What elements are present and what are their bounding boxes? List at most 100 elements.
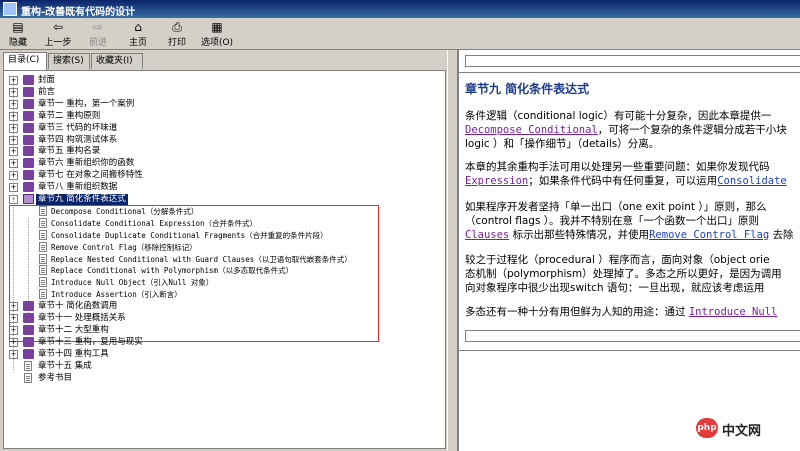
link-remove-control-flag[interactable]: Remove Control Flag bbox=[649, 229, 769, 241]
tree-item-label: 章节十二 大型重构 bbox=[38, 324, 109, 335]
tree-item-chapter[interactable]: + 章节十 简化函数调用 bbox=[4, 301, 444, 312]
tree-item-chapter[interactable]: + 章节八 重新组织数据 bbox=[4, 182, 444, 193]
tree-item-topic[interactable]: Introduce Assertion（引入断言） bbox=[4, 289, 444, 300]
expand-icon[interactable]: + bbox=[9, 171, 18, 181]
tree-item-chapter[interactable]: + 章节十三 重构，复用与现实 bbox=[4, 336, 444, 348]
tree-item-topic[interactable]: Remove Control Flag（移除控制标记） bbox=[4, 241, 444, 253]
page-icon bbox=[39, 229, 47, 240]
tree-item-topic[interactable]: Replace Conditional with Polymorphism（以多… bbox=[4, 265, 444, 276]
divider bbox=[459, 350, 800, 351]
collapse-icon[interactable]: - bbox=[9, 195, 18, 204]
link-consolidate[interactable]: Consolidate bbox=[717, 175, 787, 187]
tree-item-chapter[interactable]: - 章节九 简化条件表达式 bbox=[4, 194, 444, 205]
paragraph-4-line: 态机制（polymorphism）处理掉了。多态之所以更好，是因为调用 bbox=[465, 268, 782, 280]
page-icon bbox=[39, 217, 47, 228]
tree-item-label: 章节二 重构原则 bbox=[38, 110, 101, 121]
book-closed-icon bbox=[23, 98, 34, 109]
expand-icon[interactable]: + bbox=[9, 76, 18, 85]
expand-icon[interactable]: + bbox=[9, 337, 18, 347]
tree-item-label: 章节四 构筑测试体系 bbox=[38, 134, 118, 145]
expand-icon[interactable]: + bbox=[9, 111, 18, 121]
book-closed-icon bbox=[23, 146, 34, 157]
book-closed-icon bbox=[23, 336, 34, 347]
book-closed-icon bbox=[23, 170, 34, 181]
paragraph-3-line: Clauses 标示出那些特殊情况，并使用Remove Control Flag… bbox=[465, 229, 794, 241]
tree-item-label: 章节十四 重构工具 bbox=[38, 348, 109, 359]
title-bar: 重构-改善既有代码的设计 bbox=[0, 0, 800, 18]
content-pane[interactable]: 章节九 简化条件表达式 条件逻辑（conditional logic）有可能十分… bbox=[458, 50, 800, 451]
tree-item-label: 章节六 重新组织你的函数 bbox=[38, 158, 135, 169]
link-introduce-null[interactable]: Introduce Null bbox=[689, 306, 778, 318]
hide-button[interactable]: ▤ 隐藏 bbox=[4, 20, 32, 48]
print-button[interactable]: ⎙ 打印 bbox=[163, 20, 191, 48]
link-clauses[interactable]: Clauses bbox=[465, 229, 509, 241]
tree-item-chapter[interactable]: 章节十五 集成 bbox=[4, 360, 444, 372]
page-icon bbox=[39, 265, 47, 276]
book-closed-icon bbox=[23, 134, 34, 145]
expand-icon[interactable]: + bbox=[9, 302, 18, 312]
tree-item-topic[interactable]: Consolidate Conditional Expression（合并条件式… bbox=[4, 217, 444, 229]
expand-icon[interactable]: + bbox=[9, 314, 18, 323]
expand-icon[interactable]: + bbox=[9, 147, 18, 157]
php-logo-icon: php bbox=[696, 418, 718, 438]
tree-item-label: Introduce Null Object（引入Null 对象） bbox=[51, 278, 214, 288]
expand-icon[interactable]: + bbox=[9, 123, 18, 133]
pane-splitter[interactable] bbox=[447, 50, 458, 451]
expand-icon[interactable]: + bbox=[9, 135, 18, 145]
tree-item-label: 章节七 在对象之间搬移特性 bbox=[38, 170, 143, 181]
tree-item-label: Replace Nested Conditional with Guard Cl… bbox=[51, 254, 352, 264]
hide-icon: ▤ bbox=[12, 20, 24, 34]
page-icon bbox=[39, 277, 47, 288]
home-icon: ⌂ bbox=[134, 20, 142, 34]
tree-item-chapter[interactable]: + 章节二 重构原则 bbox=[4, 110, 444, 122]
link-expression[interactable]: Expression bbox=[465, 175, 528, 187]
tree-item-label: 章节十一 处理概括关系 bbox=[38, 313, 126, 323]
page-icon bbox=[39, 241, 47, 252]
paragraph-2-line: Expression；如果条件代码中有任何重复，可以运用Consolidate bbox=[465, 175, 787, 187]
back-button[interactable]: ⇦ 上一步 bbox=[40, 20, 76, 48]
tab-contents[interactable]: 目录(C) bbox=[3, 52, 47, 70]
expand-icon[interactable]: + bbox=[9, 183, 18, 193]
book-closed-icon bbox=[23, 158, 34, 169]
tree-item-chapter[interactable]: + 章节三 代码的坏味道 bbox=[4, 122, 444, 134]
tree-item-chapter[interactable]: + 章节五 重构名录 bbox=[4, 146, 444, 157]
expand-icon[interactable]: + bbox=[9, 349, 18, 359]
watermark-text: 中文网 bbox=[722, 424, 762, 439]
book-closed-icon bbox=[23, 75, 34, 85]
tree-item-chapter[interactable]: + 章节十一 处理概括关系 bbox=[4, 313, 444, 324]
expand-icon[interactable]: + bbox=[9, 325, 18, 335]
tree-item-chapter[interactable]: + 前言 bbox=[4, 86, 444, 98]
tree-item-topic[interactable]: Introduce Null Object（引入Null 对象） bbox=[4, 277, 444, 288]
tree-item-label: 参考书目 bbox=[38, 372, 73, 383]
tree-item-chapter[interactable]: + 封面 bbox=[4, 75, 444, 86]
tree-item-chapter[interactable]: + 章节七 在对象之间搬移特性 bbox=[4, 170, 444, 181]
options-button[interactable]: ▦ 选项(O) bbox=[198, 20, 236, 48]
book-open-icon bbox=[23, 194, 34, 204]
divider bbox=[459, 72, 800, 73]
tree-item-chapter[interactable]: + 章节十四 重构工具 bbox=[4, 348, 444, 360]
topic-nav-bar-bottom bbox=[465, 330, 800, 342]
paragraph-3-line: 如果程序开发者坚持「单一出口（one exit point ）」原则，那么 bbox=[465, 201, 767, 213]
tree-item-chapter[interactable]: 参考书目 bbox=[4, 372, 444, 384]
home-button[interactable]: ⌂ 主页 bbox=[124, 20, 152, 48]
forward-button[interactable]: ⇨ 前进 bbox=[84, 20, 112, 48]
contents-tree[interactable]: + 封面 + 前言 + 章节一 重构，第一个案例 + 章节二 重构原则 + 章节三 代码的坏味道 +… bbox=[3, 70, 446, 449]
expand-icon[interactable]: + bbox=[9, 99, 18, 109]
paragraph-4-line: 较之于过程化（procedural ）程序而言，面向对象（object orie bbox=[465, 254, 770, 266]
tree-item-label: Introduce Assertion（引入断言） bbox=[51, 290, 182, 300]
tree-item-chapter[interactable]: + 章节一 重构，第一个案例 bbox=[4, 98, 444, 110]
tree-item-topic[interactable]: Consolidate Duplicate Conditional Fragme… bbox=[4, 229, 444, 241]
tree-item-topic[interactable]: Replace Nested Conditional with Guard Cl… bbox=[4, 253, 444, 265]
tree-item-chapter[interactable]: + 章节六 重新组织你的函数 bbox=[4, 158, 444, 169]
tree-item-topic[interactable]: Decompose Conditional（分解条件式） bbox=[4, 205, 444, 217]
tab-favorites[interactable]: 收藏夹(I) bbox=[91, 53, 143, 69]
tree-item-chapter[interactable]: + 章节十二 大型重构 bbox=[4, 324, 444, 336]
tree-item-label: Replace Conditional with Polymorphism（以多… bbox=[51, 266, 294, 276]
tree-item-label: Consolidate Duplicate Conditional Fragme… bbox=[51, 230, 328, 240]
expand-icon[interactable]: + bbox=[9, 159, 18, 169]
link-decompose-conditional[interactable]: Decompose Conditional bbox=[465, 124, 598, 136]
tab-search[interactable]: 搜索(S) bbox=[48, 53, 90, 69]
tree-item-chapter[interactable]: + 章节四 构筑测试体系 bbox=[4, 134, 444, 146]
print-icon: ⎙ bbox=[172, 20, 182, 34]
expand-icon[interactable]: + bbox=[9, 87, 18, 97]
